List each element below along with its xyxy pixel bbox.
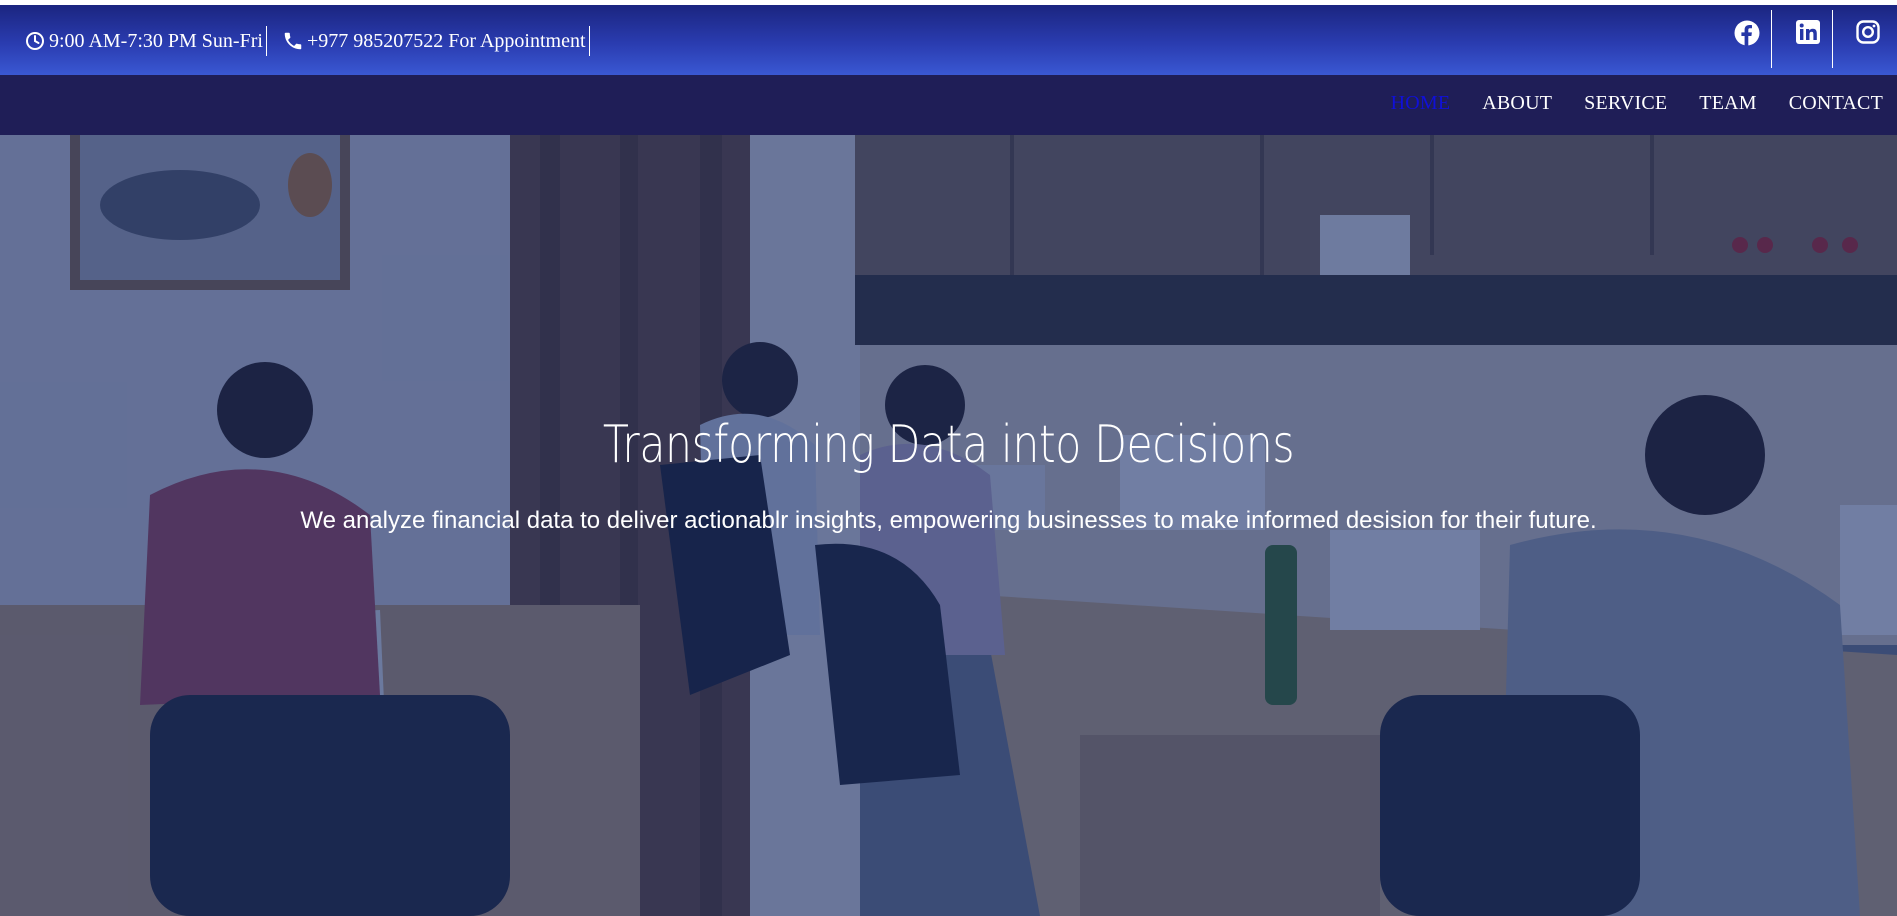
- linkedin-icon: [1795, 20, 1820, 49]
- nav-service[interactable]: SERVICE: [1584, 92, 1667, 115]
- nav-contact[interactable]: CONTACT: [1789, 92, 1883, 115]
- nav-menu: HOME ABOUT SERVICE TEAM CONTACT: [1391, 92, 1883, 115]
- main-navbar: HOME ABOUT SERVICE TEAM CONTACT: [0, 75, 1897, 135]
- phone-text: +977 985207522 For Appointment: [307, 29, 586, 52]
- phone-icon: [282, 30, 304, 52]
- divider: [265, 26, 267, 56]
- hero-section: Transforming Data into Decisions We anal…: [0, 135, 1897, 916]
- hero-subtitle: We analyze financial data to deliver act…: [300, 507, 1597, 534]
- top-info-bar: 9:00 AM-7:30 PM Sun-Fri +977 985207522 F…: [0, 5, 1897, 75]
- nav-team[interactable]: TEAM: [1699, 92, 1756, 115]
- divider: [588, 26, 590, 56]
- facebook-link[interactable]: [1722, 10, 1772, 68]
- instagram-link[interactable]: [1843, 10, 1893, 68]
- page: 9:00 AM-7:30 PM Sun-Fri +977 985207522 F…: [0, 0, 1897, 916]
- clock-icon: [25, 31, 45, 51]
- phone-contact[interactable]: +977 985207522 For Appointment: [282, 26, 590, 56]
- linkedin-link[interactable]: [1783, 10, 1833, 68]
- nav-home[interactable]: HOME: [1391, 92, 1451, 115]
- hero-title: Transforming Data into Decisions: [602, 415, 1295, 475]
- opening-hours-text: 9:00 AM-7:30 PM Sun-Fri: [49, 29, 263, 52]
- nav-about[interactable]: ABOUT: [1482, 92, 1552, 115]
- facebook-icon: [1734, 20, 1760, 51]
- opening-hours: 9:00 AM-7:30 PM Sun-Fri: [25, 26, 267, 56]
- instagram-icon: [1856, 20, 1880, 49]
